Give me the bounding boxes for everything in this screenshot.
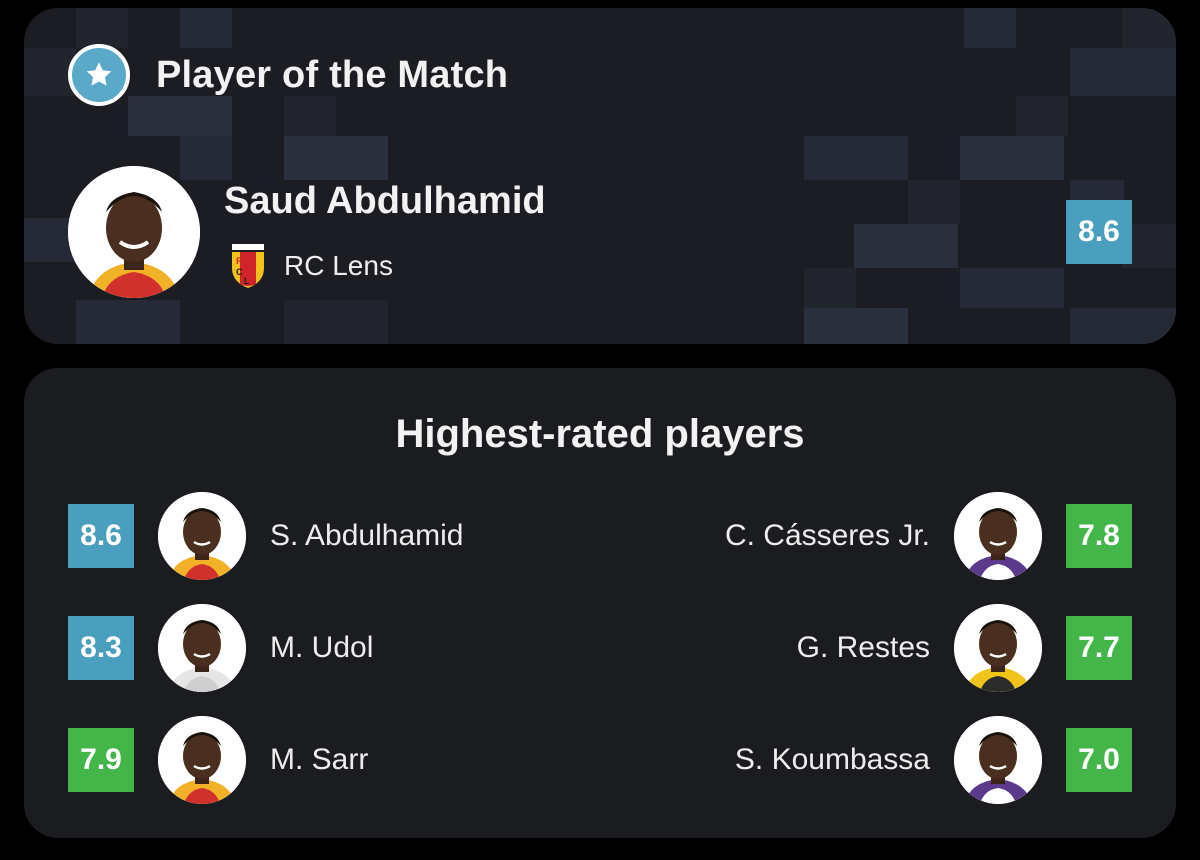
star-icon — [68, 44, 130, 106]
highest-rated-players-card: Highest-rated players 8.6 S. Abdulhamid … — [24, 368, 1176, 838]
player-name: M. Sarr — [270, 743, 369, 776]
svg-text:C: C — [236, 267, 243, 277]
section-title: Highest-rated players — [395, 412, 805, 456]
potm-team-name: RC Lens — [284, 250, 393, 281]
player-avatar — [954, 716, 1042, 804]
player-avatar — [158, 604, 246, 692]
potm-team[interactable]: R C L RC Lens — [230, 244, 393, 288]
player-row[interactable]: 8.3 M. Udol — [68, 604, 373, 692]
potm-title: Player of the Match — [156, 53, 509, 96]
player-avatar — [954, 604, 1042, 692]
potm-player-name[interactable]: Saud Abdulhamid — [224, 180, 546, 223]
player-row[interactable]: C. Cásseres Jr. 7.8 — [725, 492, 1132, 580]
rc-lens-crest-icon: R C L — [232, 244, 264, 288]
rating-badge: 8.6 — [68, 504, 134, 568]
player-avatar — [954, 492, 1042, 580]
svg-text:L: L — [244, 276, 250, 286]
rating-badge: 7.7 — [1066, 616, 1132, 680]
player-name: S. Koumbassa — [734, 743, 930, 776]
player-name: M. Udol — [270, 631, 374, 664]
rating-badge: 7.0 — [1066, 728, 1132, 792]
svg-text:R: R — [236, 256, 243, 266]
player-row[interactable]: 7.9 M. Sarr — [68, 716, 368, 804]
player-avatar — [158, 492, 246, 580]
player-name: S. Abdulhamid — [270, 519, 464, 552]
potm-rating-badge: 8.6 — [1066, 200, 1132, 264]
rating-badge: 8.3 — [68, 616, 134, 680]
player-row[interactable]: S. Koumbassa 7.0 — [735, 716, 1132, 804]
rating-badge: 7.9 — [68, 728, 134, 792]
player-of-the-match-card[interactable]: Player of the Match Saud Abdulhamid R C … — [24, 8, 1176, 344]
player-row[interactable]: G. Restes 7.7 — [797, 604, 1132, 692]
player-row[interactable]: 8.6 S. Abdulhamid — [68, 492, 463, 580]
player-name: C. Cásseres Jr. — [724, 519, 930, 552]
player-name: G. Restes — [796, 631, 930, 664]
potm-player-avatar[interactable] — [68, 166, 200, 298]
potm-header: Player of the Match — [68, 44, 508, 106]
player-avatar — [158, 716, 246, 804]
rating-badge: 7.8 — [1066, 504, 1132, 568]
